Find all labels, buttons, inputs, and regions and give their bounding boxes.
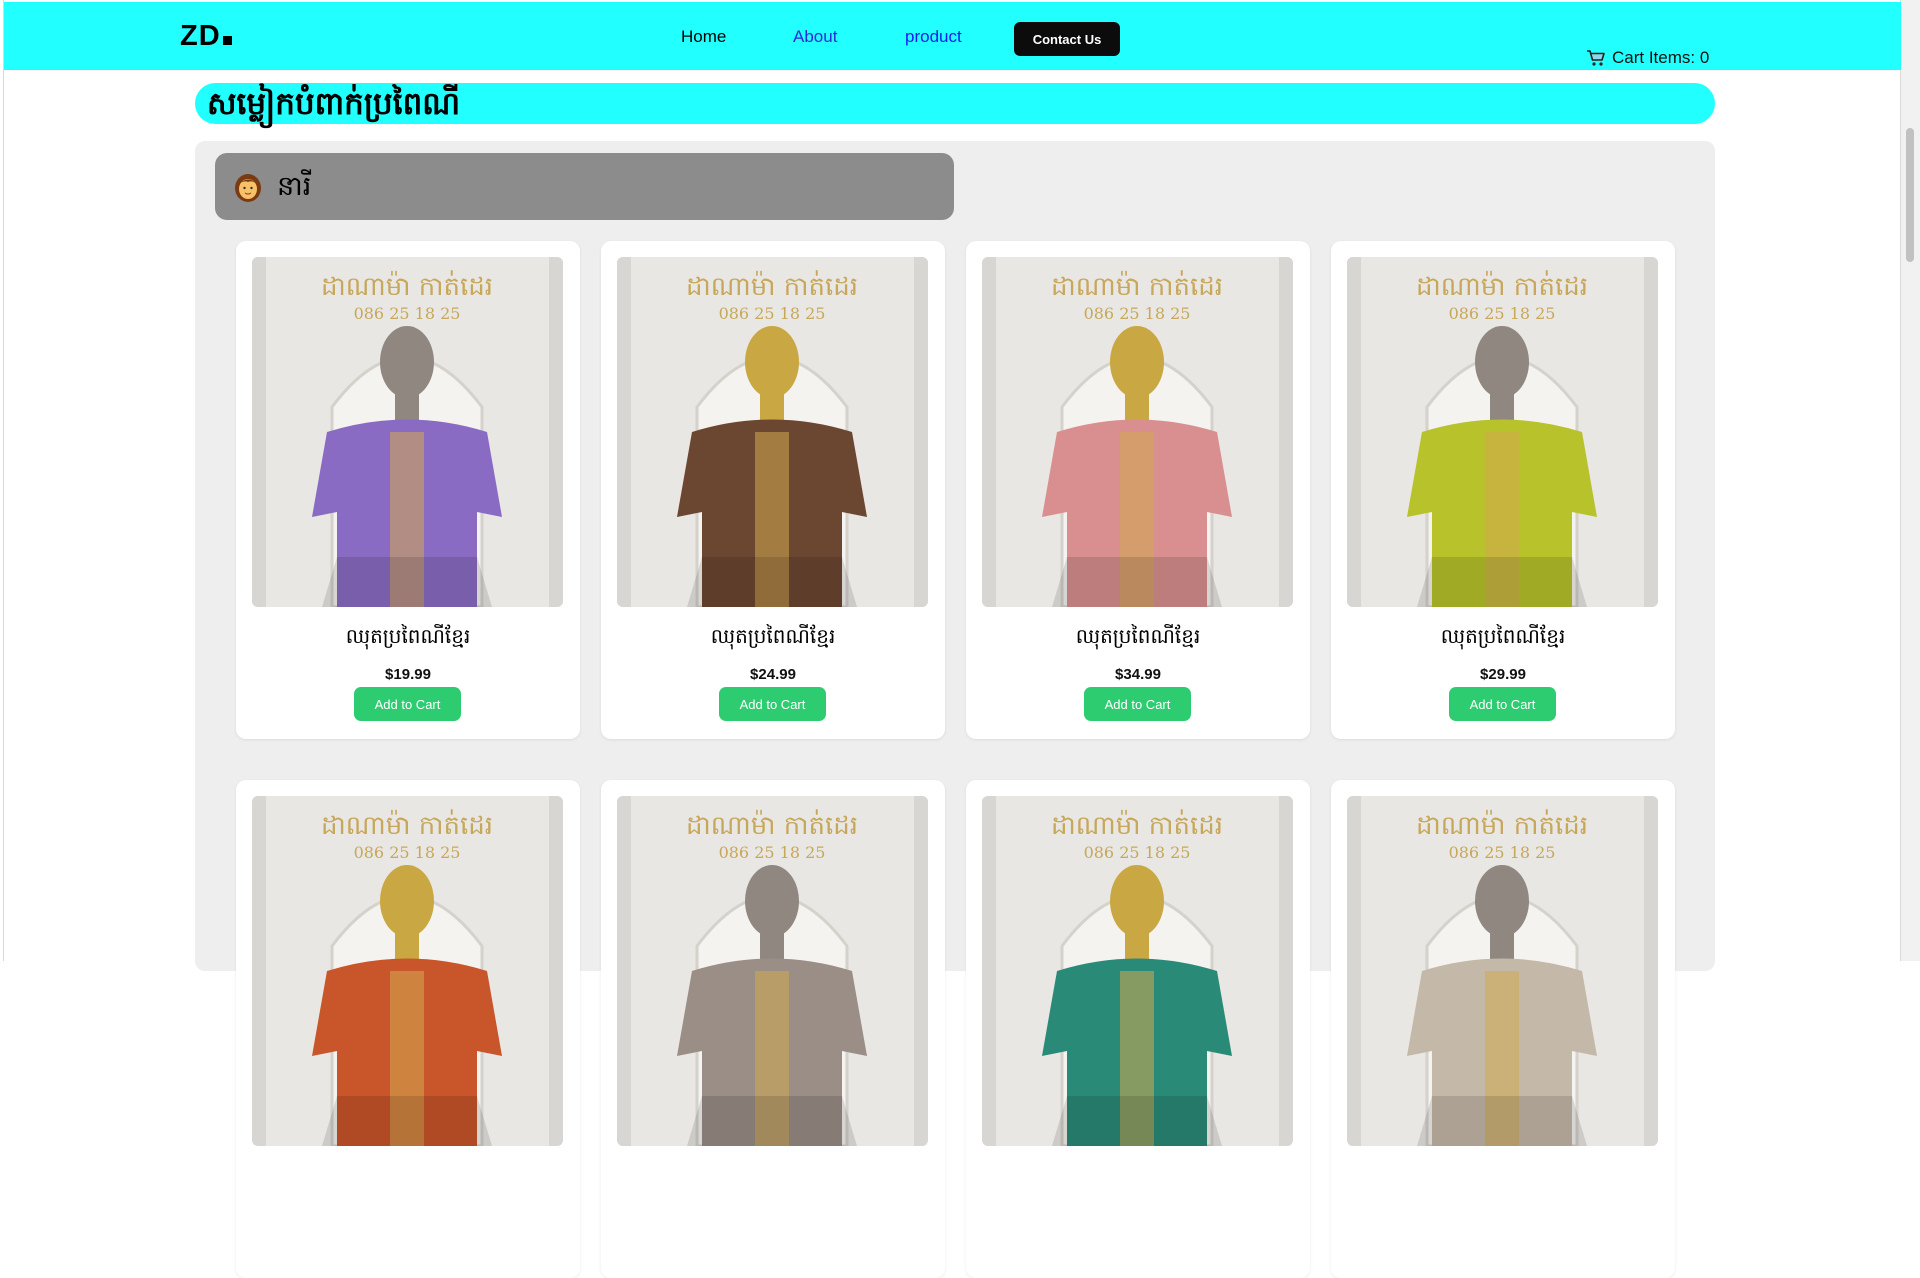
navbar: ZD Home About product Contact Us Cart It… — [4, 2, 1901, 70]
product-image[interactable]: ដាណាម៉ា កាត់ដេរ 086 25 18 25 — [1347, 796, 1658, 1146]
product-card[interactable]: ដាណាម៉ា កាត់ដេរ 086 25 18 25 — [966, 780, 1310, 1278]
product-card[interactable]: ដាណាម៉ា កាត់ដេរ 086 25 18 25 ឈុតប្រពៃណីខ្ម… — [601, 241, 945, 739]
product-price: $29.99 — [1480, 666, 1526, 683]
nav-home-link[interactable]: Home — [681, 27, 726, 47]
add-to-cart-button[interactable]: Add to Cart — [719, 687, 826, 721]
logo-dot — [222, 36, 232, 45]
cart-label: Cart Items: 0 — [1612, 48, 1710, 67]
product-price: $34.99 — [1115, 666, 1161, 683]
svg-text:ដាណាម៉ា កាត់ដេរ: ដាណាម៉ា កាត់ដេរ — [1051, 270, 1223, 302]
product-card[interactable]: ដាណាម៉ា កាត់ដេរ 086 25 18 25 — [236, 780, 580, 1278]
add-to-cart-button[interactable]: Add to Cart — [1449, 687, 1556, 721]
svg-text:ដាណាម៉ា កាត់ដេរ: ដាណាម៉ា កាត់ដេរ — [1416, 809, 1588, 841]
product-card[interactable]: ដាណាម៉ា កាត់ដេរ 086 25 18 25 — [601, 780, 945, 1278]
product-image[interactable]: ដាណាម៉ា កាត់ដេរ 086 25 18 25 — [617, 796, 928, 1146]
svg-text:ដាណាម៉ា កាត់ដេរ: ដាណាម៉ា កាត់ដេរ — [1416, 270, 1588, 302]
contact-us-button[interactable]: Contact Us — [1014, 22, 1120, 56]
woman-face-icon — [235, 174, 261, 202]
svg-text:ដាណាម៉ា កាត់ដេរ: ដាណាម៉ា កាត់ដេរ — [686, 270, 858, 302]
svg-text:ដាណាម៉ា កាត់ដេរ: ដាណាម៉ា កាត់ដេរ — [321, 809, 493, 841]
product-image[interactable]: ដាណាម៉ា កាត់ដេរ 086 25 18 25 — [252, 257, 563, 607]
product-card[interactable]: ដាណាម៉ា កាត់ដេរ 086 25 18 25 ឈុតប្រពៃណីខ្ម… — [966, 241, 1310, 739]
product-price: $24.99 — [750, 666, 796, 683]
product-name: ឈុតប្រពៃណីខ្មែរ — [1075, 624, 1201, 648]
logo[interactable]: ZD — [180, 20, 232, 53]
svg-text:086 25 18 25: 086 25 18 25 — [1449, 843, 1556, 862]
cart-indicator[interactable]: Cart Items: 0 — [1586, 48, 1709, 68]
nav-product-link[interactable]: product — [905, 27, 962, 47]
product-image[interactable]: ដាណាម៉ា កាត់ដេរ 086 25 18 25 — [982, 796, 1293, 1146]
scrollbar[interactable] — [1901, 0, 1920, 961]
svg-text:086 25 18 25: 086 25 18 25 — [719, 304, 826, 323]
add-to-cart-button[interactable]: Add to Cart — [1084, 687, 1191, 721]
add-to-cart-button[interactable]: Add to Cart — [354, 687, 461, 721]
category-label: នារី — [277, 171, 312, 202]
page-title-bar: សម្លៀកបំពាក់ប្រពៃណី — [195, 83, 1715, 124]
svg-text:086 25 18 25: 086 25 18 25 — [1449, 304, 1556, 323]
svg-text:086 25 18 25: 086 25 18 25 — [719, 843, 826, 862]
product-image[interactable]: ដាណាម៉ា កាត់ដេរ 086 25 18 25 — [252, 796, 563, 1146]
product-card[interactable]: ដាណាម៉ា កាត់ដេរ 086 25 18 25 ឈុតប្រពៃណីខ្ម… — [1331, 241, 1675, 739]
svg-text:ដាណាម៉ា កាត់ដេរ: ដាណាម៉ា កាត់ដេរ — [1051, 809, 1223, 841]
product-image[interactable]: ដាណាម៉ា កាត់ដេរ 086 25 18 25 — [982, 257, 1293, 607]
product-name: ឈុតប្រពៃណីខ្មែរ — [710, 624, 836, 648]
product-name: ឈុតប្រពៃណីខ្មែរ — [1440, 624, 1566, 648]
product-card[interactable]: ដាណាម៉ា កាត់ដេរ 086 25 18 25 — [1331, 780, 1675, 1278]
category-header: នារី — [215, 153, 954, 220]
nav-about-link[interactable]: About — [793, 27, 837, 47]
svg-text:086 25 18 25: 086 25 18 25 — [1084, 304, 1191, 323]
svg-text:086 25 18 25: 086 25 18 25 — [1084, 843, 1191, 862]
shopping-cart-icon — [1587, 50, 1605, 66]
svg-text:ដាណាម៉ា កាត់ដេរ: ដាណាម៉ា កាត់ដេរ — [686, 809, 858, 841]
page-title: សម្លៀកបំពាក់ប្រពៃណី — [207, 86, 461, 122]
product-image[interactable]: ដាណាម៉ា កាត់ដេរ 086 25 18 25 — [1347, 257, 1658, 607]
svg-text:086 25 18 25: 086 25 18 25 — [354, 304, 461, 323]
svg-text:ដាណាម៉ា កាត់ដេរ: ដាណាម៉ា កាត់ដេរ — [321, 270, 493, 302]
product-card[interactable]: ដាណាម៉ា កាត់ដេរ 086 25 18 25 ឈុតប្រពៃណីខ្ម… — [236, 241, 580, 739]
scrollbar-thumb[interactable] — [1906, 128, 1914, 262]
svg-text:086 25 18 25: 086 25 18 25 — [354, 843, 461, 862]
product-price: $19.99 — [385, 666, 431, 683]
product-name: ឈុតប្រពៃណីខ្មែរ — [345, 624, 471, 648]
product-image[interactable]: ដាណាម៉ា កាត់ដេរ 086 25 18 25 — [617, 257, 928, 607]
